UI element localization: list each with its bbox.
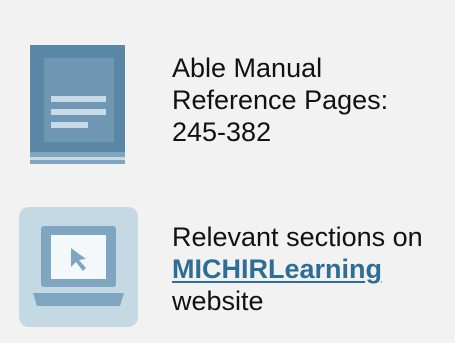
book-icon [30, 45, 125, 164]
reference-title: Able Manual [172, 53, 323, 83]
reference-page-range: 245-382 [172, 117, 272, 147]
reference-text: Able Manual Reference Pages: 245-382 [172, 52, 442, 148]
website-intro: Relevant sections on [172, 222, 423, 252]
laptop-cursor-icon [19, 207, 138, 327]
michirlearning-link[interactable]: MICHIRLearning [172, 254, 382, 284]
resource-panel: Able Manual Reference Pages: 245-382 Rel… [0, 0, 455, 343]
website-label: website [172, 286, 264, 316]
reference-pages-label: Reference Pages: [172, 85, 389, 115]
website-text: Relevant sections on MICHIRLearning webs… [172, 221, 452, 317]
